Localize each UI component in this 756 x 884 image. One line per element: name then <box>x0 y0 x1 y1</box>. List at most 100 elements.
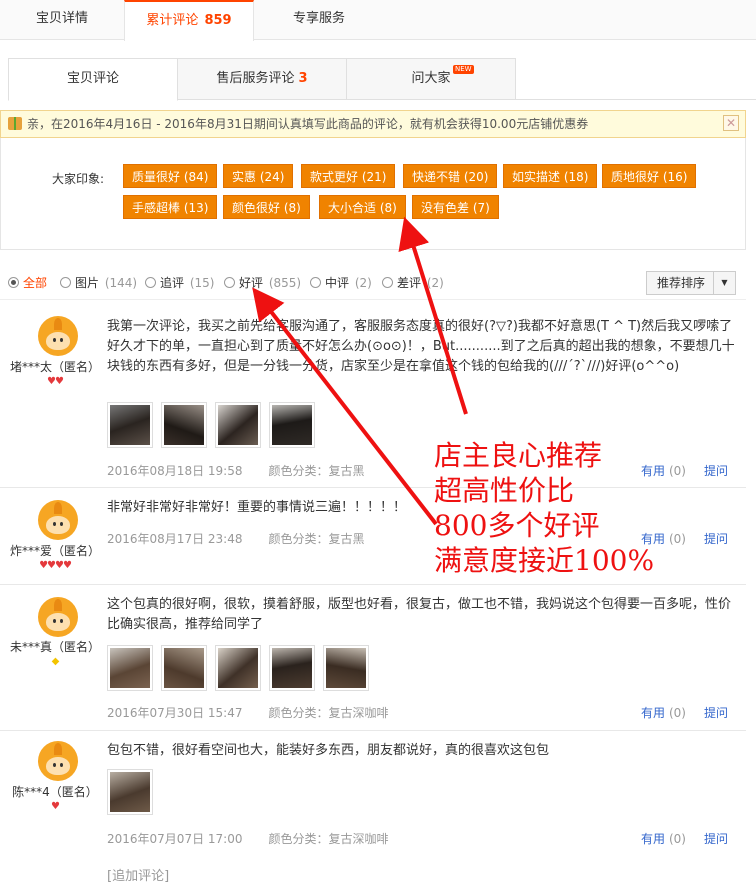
review-actions: 有用 (0) 提问 <box>641 830 728 847</box>
tab-product-details[interactable]: 宝贝详情 <box>0 0 124 40</box>
review-filter-bar: 全部 图片 (144) 追评 (15) 好评 (855) 中评 (2) 差评 (… <box>0 262 746 300</box>
tab-aftersale-count: 3 <box>298 71 308 86</box>
impression-tag[interactable]: 实惠 (24) <box>223 164 294 188</box>
filter-pic-radio[interactable]: 图片 (144) <box>60 274 137 291</box>
impression-tag[interactable]: 款式更好 (21) <box>301 164 396 188</box>
tab-aftersale-reviews[interactable]: 售后服务评论 3 <box>177 58 347 100</box>
impression-tag[interactable]: 质地很好 (16) <box>602 164 697 188</box>
review-photo[interactable] <box>269 402 315 448</box>
tab-aftersale-label: 售后服务评论 <box>216 71 295 86</box>
impression-tag[interactable]: 没有色差 (7) <box>412 195 499 219</box>
avatar <box>38 741 78 781</box>
review-photo[interactable] <box>323 645 369 691</box>
filter-good-radio[interactable]: 好评 (855) <box>224 274 301 291</box>
review-photos <box>107 769 161 818</box>
review-meta: 2016年08月17日 23:48 颜色分类：复古黑 <box>107 530 365 547</box>
avatar-eye <box>60 763 63 767</box>
sort-dropdown[interactable]: 推荐排序 ▼ <box>646 271 736 295</box>
annotation-text: 店主良心推荐 超高性价比 800多个好评 满意度接近100% <box>434 438 734 578</box>
annotation-line: 超高性价比 <box>434 474 575 507</box>
tab-ask-everyone[interactable]: 问大家 NEW <box>346 58 516 100</box>
append-review-link[interactable]: [追加评论] <box>107 865 169 884</box>
review-photo[interactable] <box>215 645 261 691</box>
radio-dot <box>382 277 393 288</box>
review-photo[interactable] <box>107 645 153 691</box>
filter-pic-label: 图片 <box>75 276 100 290</box>
review-color: 颜色分类：复古深咖啡 <box>268 832 389 846</box>
tab-exclusive-service[interactable]: 专享服务 <box>254 0 384 40</box>
gift-icon <box>8 117 22 130</box>
radio-dot <box>310 277 321 288</box>
review-color: 颜色分类：复古深咖啡 <box>268 706 389 720</box>
filter-append-label: 追评 <box>160 276 185 290</box>
avatar-tuft <box>54 743 62 755</box>
useful-button[interactable]: 有用 (0) <box>641 706 686 720</box>
new-badge: NEW <box>453 65 474 74</box>
close-icon[interactable]: ✕ <box>723 115 739 131</box>
sort-label: 推荐排序 <box>657 276 706 290</box>
radio-dot <box>145 277 156 288</box>
tab-reviews-label: 累计评论 <box>146 13 199 28</box>
tab-item-reviews[interactable]: 宝贝评论 <box>8 58 178 101</box>
impression-tag[interactable]: 质量很好 (84) <box>123 164 218 188</box>
review-meta: 2016年07月30日 15:47 颜色分类：复古深咖啡 <box>107 704 389 721</box>
impression-tag[interactable]: 手感超棒 (13) <box>123 195 218 219</box>
filter-bad-radio[interactable]: 差评 (2) <box>382 274 444 291</box>
review-photo[interactable] <box>215 402 261 448</box>
avatar-eye <box>53 619 56 623</box>
filter-bad-label: 差评 <box>397 276 422 290</box>
ask-button[interactable]: 提问 <box>704 832 728 846</box>
review-color: 颜色分类：复古黑 <box>268 464 365 478</box>
impressions-label: 大家印象: <box>52 172 105 186</box>
reviewer-name: 未***真（匿名） <box>9 640 100 654</box>
filter-append-radio[interactable]: 追评 (15) <box>145 274 214 291</box>
review-date: 2016年07月30日 15:47 <box>107 706 243 720</box>
tab-reviews[interactable]: 累计评论 859 <box>124 0 254 41</box>
review-photo[interactable] <box>269 645 315 691</box>
avatar-eye <box>60 619 63 623</box>
avatar-eye <box>60 522 63 526</box>
impression-tag[interactable]: 快递不错 (20) <box>403 164 498 188</box>
radio-dot <box>8 277 19 288</box>
review-photo[interactable] <box>107 402 153 448</box>
review-photos <box>107 402 323 451</box>
impression-tag[interactable]: 颜色很好 (8) <box>223 195 310 219</box>
impression-tag[interactable]: 如实描述 (18) <box>503 164 598 188</box>
filter-mid-count: (2) <box>354 276 372 290</box>
ask-button[interactable]: 提问 <box>704 706 728 720</box>
review-text: 包包不错，很好看空间也大，能装好多东西，朋友都说好，真的很喜欢这包包 <box>107 743 550 758</box>
avatar-eye <box>53 522 56 526</box>
heart-level-icon: ♥♥♥♥ <box>39 560 72 571</box>
review-color: 颜色分类：复古黑 <box>268 532 365 546</box>
promo-text: 亲，在2016年4月16日 - 2016年8月31日期间认真填写此商品的评论，就… <box>27 117 589 131</box>
useful-button[interactable]: 有用 (0) <box>641 832 686 846</box>
useful-count: (0) <box>668 706 686 720</box>
review-photo[interactable] <box>161 402 207 448</box>
review-item: 未***真（匿名） ◆ 这个包真的很好啊，很软，摸着舒服，版型也好看，很复古，做… <box>0 585 746 731</box>
review-text: 我第一次评论，我买之前先给客服沟通了，客服服务态度真的很好(?▽?)我都不好意思… <box>107 319 735 374</box>
review-photo[interactable] <box>107 769 153 815</box>
annotation-line: 店主良心推荐 <box>434 439 603 472</box>
avatar <box>38 500 78 540</box>
reviewer-name: 炸***爱（匿名） <box>9 544 100 558</box>
review-photo[interactable] <box>161 645 207 691</box>
avatar-face <box>46 613 70 631</box>
avatar <box>38 597 78 637</box>
filter-all-label: 全部 <box>23 276 48 290</box>
avatar-eye <box>53 338 56 342</box>
review-meta: 2016年08月18日 19:58 颜色分类：复古黑 <box>107 462 365 479</box>
impressions-panel: 大家印象: 质量很好 (84) 实惠 (24) 款式更好 (21) 快递不错 (… <box>0 138 746 250</box>
annotation-line: 800多个好评 <box>434 509 600 542</box>
impression-tag[interactable]: 大小合适 (8) <box>319 195 406 219</box>
heart-level-icon: ♥ <box>51 801 60 812</box>
filter-bad-count: (2) <box>426 276 444 290</box>
filter-mid-radio[interactable]: 中评 (2) <box>310 274 372 291</box>
filter-all-radio[interactable]: 全部 <box>8 274 47 291</box>
review-item: 陈***4（匿名） ♥ 包包不错，很好看空间也大，能装好多东西，朋友都说好，真的… <box>0 731 746 884</box>
radio-dot <box>60 277 71 288</box>
useful-label: 有用 <box>640 706 665 720</box>
radio-dot <box>224 277 235 288</box>
avatar <box>38 316 78 356</box>
filter-append-count: (15) <box>189 276 215 290</box>
diamond-level-icon: ◆ <box>51 656 60 667</box>
